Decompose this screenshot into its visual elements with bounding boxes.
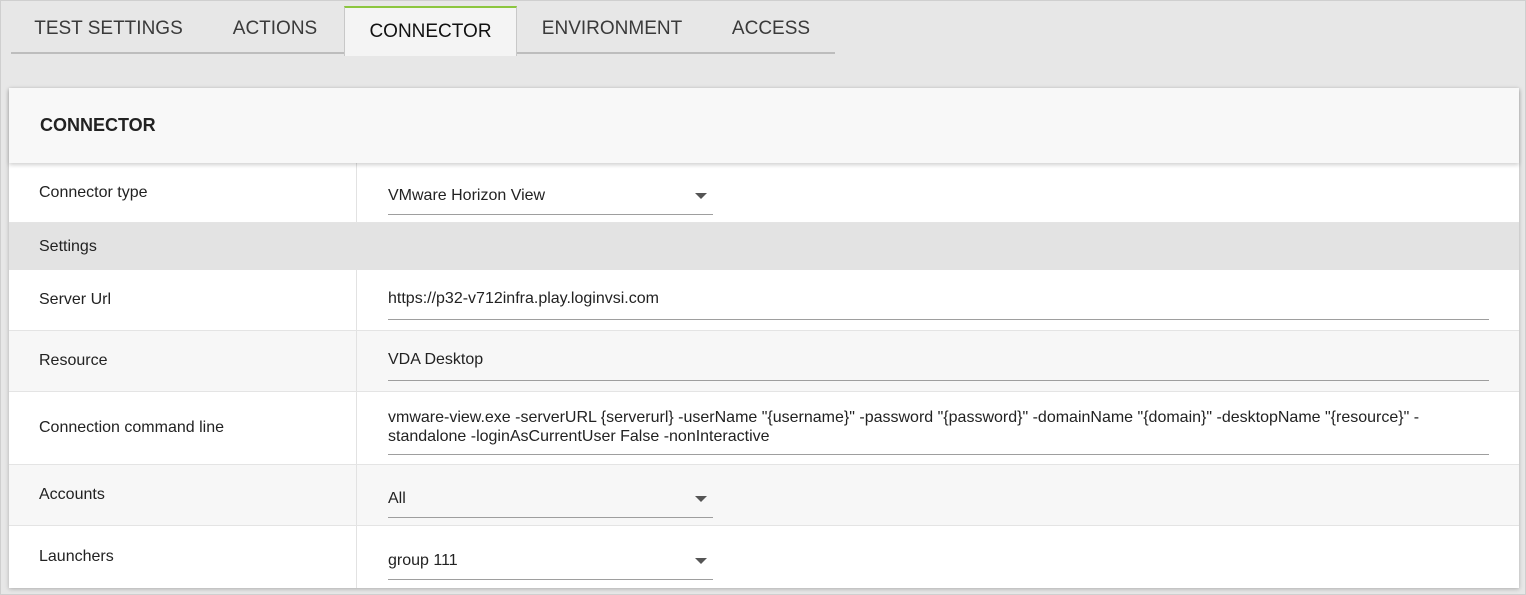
connector-type-select[interactable]: VMware Horizon View (388, 178, 713, 215)
accounts-cell: All (357, 465, 1519, 525)
launchers-cell: group 111 (357, 526, 1519, 588)
connector-type-value: VMware Horizon View (388, 187, 546, 204)
command-line-field[interactable]: vmware-view.exe -serverURL {serverurl} -… (388, 408, 1489, 455)
tab-bar: TEST SETTINGS ACTIONS CONNECTOR ENVIRONM… (11, 6, 835, 56)
connector-panel: CONNECTOR Connector type VMware Horizon … (9, 88, 1519, 588)
resource-label: Resource (9, 331, 357, 391)
caret-down-icon (695, 557, 707, 564)
launchers-select[interactable]: group 111 (388, 543, 713, 580)
tab-connector[interactable]: CONNECTOR (344, 6, 517, 56)
server-url-field[interactable]: https://p32-v712infra.play.loginvsi.com (388, 290, 1489, 320)
accounts-label: Accounts (9, 465, 357, 525)
resource-row: Resource VDA Desktop (9, 331, 1519, 392)
tab-access[interactable]: ACCESS (707, 6, 835, 54)
tab-label: ACCESS (731, 18, 811, 39)
server-url-row: Server Url https://p32-v712infra.play.lo… (9, 270, 1519, 331)
command-line-label: Connection command line (9, 392, 357, 464)
tab-environment[interactable]: ENVIRONMENT (517, 6, 707, 54)
settings-section-header: Settings (9, 223, 1519, 270)
tab-label: CONNECTOR (369, 21, 492, 42)
server-url-cell: https://p32-v712infra.play.loginvsi.com (357, 270, 1519, 330)
tab-label: TEST SETTINGS (34, 18, 183, 39)
launchers-label: Launchers (9, 526, 357, 588)
launchers-row: Launchers group 111 (9, 526, 1519, 588)
command-line-row: Connection command line vmware-view.exe … (9, 392, 1519, 465)
launchers-value: group 111 (388, 551, 458, 569)
panel-title: CONNECTOR (9, 88, 1519, 163)
accounts-select[interactable]: All (388, 481, 713, 518)
connector-type-row: Connector type VMware Horizon View (9, 163, 1519, 223)
tab-test-settings[interactable]: TEST SETTINGS (11, 6, 206, 54)
connector-type-label: Connector type (9, 163, 357, 222)
command-line-cell: vmware-view.exe -serverURL {serverurl} -… (357, 392, 1519, 464)
resource-field[interactable]: VDA Desktop (388, 351, 1489, 381)
tab-label: ENVIRONMENT (541, 18, 683, 39)
caret-down-icon (695, 495, 707, 502)
resource-cell: VDA Desktop (357, 331, 1519, 391)
tab-actions[interactable]: ACTIONS (206, 6, 344, 54)
connector-type-cell: VMware Horizon View (357, 163, 1519, 222)
accounts-row: Accounts All (9, 465, 1519, 526)
caret-down-icon (695, 193, 707, 199)
tab-label: ACTIONS (232, 18, 318, 39)
server-url-label: Server Url (9, 270, 357, 330)
accounts-value: All (388, 489, 406, 507)
